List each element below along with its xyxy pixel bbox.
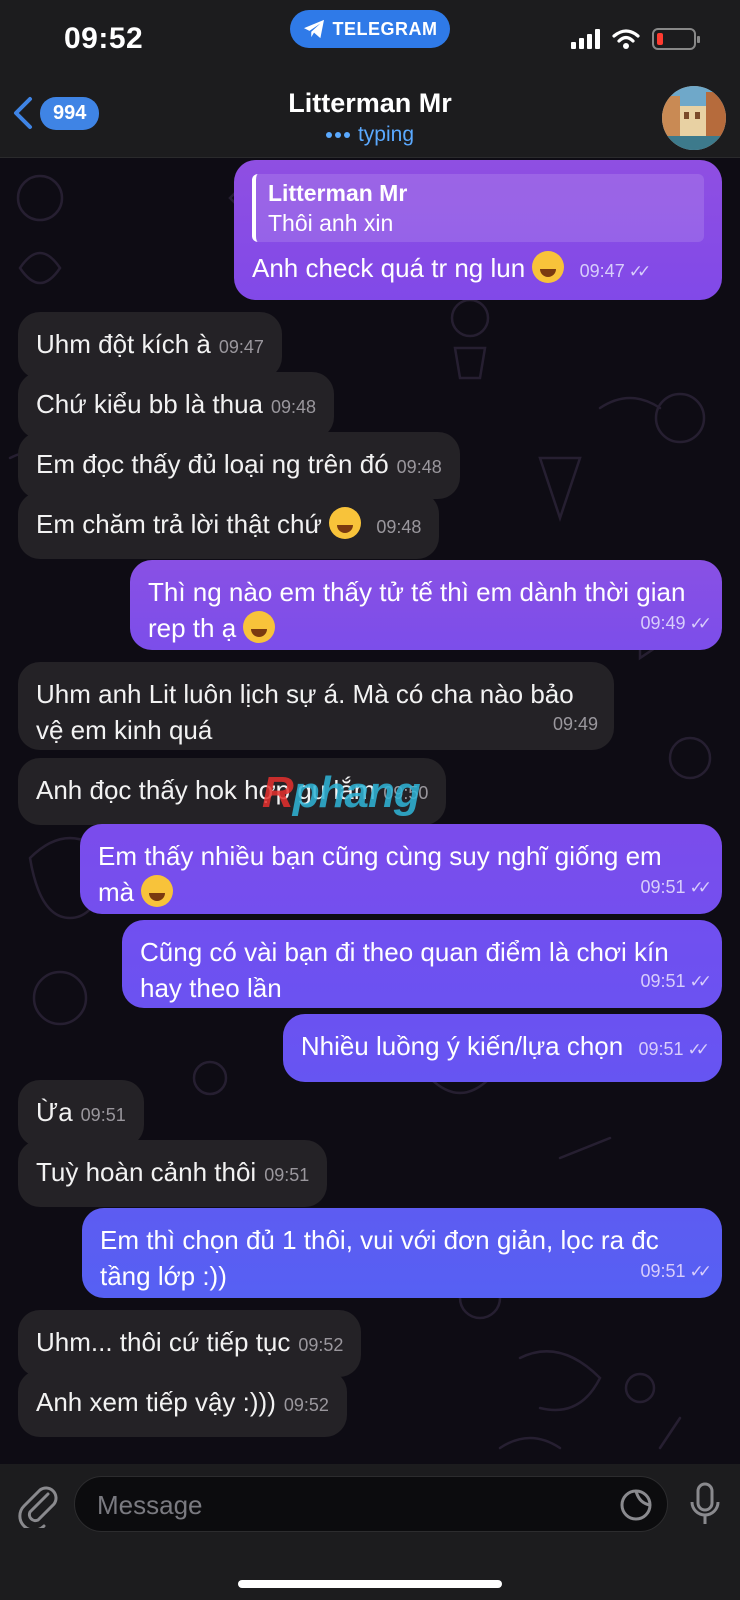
message-bubble-incoming[interactable]: Em chăm trả lời thật chứ 09:48: [18, 492, 440, 559]
tears-of-joy-emoji-icon: [243, 611, 276, 643]
message-time: 09:47: [218, 337, 264, 357]
status-bar: 09:52 TELEGRAM: [0, 0, 740, 80]
read-ticks-icon: ✓✓: [687, 1040, 710, 1059]
watermark-logo: Rphang: [262, 768, 421, 817]
message-list[interactable]: Litterman Mr Thôi anh xin Anh check quá …: [0, 158, 740, 1464]
telegram-pill-label: TELEGRAM: [332, 18, 438, 39]
message-text: Em chăm trả lời thật chứ: [36, 509, 322, 539]
microphone-icon[interactable]: [690, 1482, 720, 1526]
message-time: 09:51: [264, 1165, 310, 1185]
read-ticks-icon: ✓✓: [628, 262, 651, 281]
message-bubble-incoming[interactable]: Uhm đột kích à 09:47: [18, 312, 282, 379]
message-text: Uhm đột kích à: [36, 329, 211, 359]
tears-of-joy-emoji-icon: [532, 251, 565, 283]
message-time: 09:49: [552, 714, 598, 734]
reply-quote[interactable]: Litterman Mr Thôi anh xin: [252, 174, 704, 242]
chat-title: Litterman Mr: [288, 88, 452, 118]
message-time: 09:47 ✓✓: [579, 261, 651, 281]
message-time: 09:48: [376, 517, 422, 537]
message-time: 09:52: [298, 1335, 344, 1355]
message-field[interactable]: [74, 1476, 668, 1532]
message-time: 09:51 ✓✓: [640, 877, 712, 897]
message-bubble-incoming[interactable]: Em đọc thấy đủ loại ng trên đó 09:48: [18, 432, 460, 499]
paperclip-icon[interactable]: [18, 1484, 60, 1528]
message-bubble-incoming[interactable]: Uhm... thôi cứ tiếp tục 09:52: [18, 1310, 362, 1377]
message-time: 09:51 ✓✓: [640, 1261, 712, 1281]
avatar-image: [662, 86, 726, 150]
message-bubble-outgoing[interactable]: Nhiều luồng ý kiến/lựa chọn 09:51 ✓✓: [282, 1014, 722, 1082]
message-text: Nhiều luồng ý kiến/lựa chọn: [300, 1031, 624, 1061]
signal-icon: [571, 29, 600, 49]
message-bubble-incoming[interactable]: Anh xem tiếp vậy :))) 09:52: [18, 1370, 347, 1437]
message-bubble-outgoing[interactable]: Cũng có vài bạn đi theo quan điểm là chơ…: [122, 920, 722, 1008]
reply-quote-text: Thôi anh xin: [268, 210, 394, 236]
status-time: 09:52: [64, 22, 144, 55]
typing-status: typing: [0, 123, 740, 147]
avatar[interactable]: [662, 86, 726, 150]
reply-quote-author: Litterman Mr: [268, 180, 408, 206]
message-bubble-outgoing[interactable]: Em thấy nhiều bạn cũng cùng suy nghĩ giố…: [80, 824, 722, 914]
message-bubble-incoming[interactable]: Chứ kiểu bb là thua 09:48: [18, 372, 335, 439]
wifi-icon: [612, 29, 640, 49]
message-text: Thì ng nào em thấy tử tế thì em dành thờ…: [148, 577, 686, 643]
battery-icon: [652, 28, 700, 50]
message-text: Anh check quá tr ng lun: [252, 253, 526, 283]
chat-title-area[interactable]: Litterman Mr typing: [0, 88, 740, 147]
message-text: Anh xem tiếp vậy :))): [36, 1387, 276, 1417]
message-text: Em thấy nhiều bạn cũng cùng suy nghĩ giố…: [98, 841, 662, 907]
tears-of-joy-emoji-icon: [141, 875, 174, 907]
message-text: Em đọc thấy đủ loại ng trên đó: [36, 449, 389, 479]
read-ticks-icon: ✓✓: [689, 1262, 712, 1281]
message-time: 09:48: [396, 457, 442, 477]
message-text: Em thì chọn đủ 1 thôi, vui với đơn giản,…: [100, 1225, 659, 1291]
message-time: 09:52: [283, 1395, 329, 1415]
chat-header: 994 Litterman Mr typing: [0, 80, 740, 158]
message-time: 09:49 ✓✓: [640, 613, 712, 633]
message-text: Uhm anh Lit luôn lịch sự á. Mà có cha nà…: [36, 679, 574, 745]
sticker-icon[interactable]: [619, 1488, 653, 1522]
message-bubble-incoming[interactable]: Ừa 09:51: [18, 1080, 144, 1147]
message-text: Ừa: [36, 1097, 73, 1127]
message-bubble-outgoing[interactable]: Litterman Mr Thôi anh xin Anh check quá …: [234, 160, 722, 300]
typing-dots-icon: [325, 132, 350, 138]
message-bubble-outgoing[interactable]: Em thì chọn đủ 1 thôi, vui với đơn giản,…: [82, 1208, 722, 1298]
message-bubble-outgoing[interactable]: Thì ng nào em thấy tử tế thì em dành thờ…: [130, 560, 722, 650]
message-time: 09:51 ✓✓: [638, 1039, 710, 1059]
paper-plane-icon: [303, 19, 324, 39]
message-input[interactable]: [97, 1487, 577, 1523]
grinning-emoji-icon: [329, 507, 362, 539]
message-text: Cũng có vài bạn đi theo quan điểm là chơ…: [140, 937, 669, 1003]
read-ticks-icon: ✓✓: [689, 878, 712, 897]
read-ticks-icon: ✓✓: [689, 972, 712, 991]
read-ticks-icon: ✓✓: [689, 614, 712, 633]
message-bubble-incoming[interactable]: Uhm anh Lit luôn lịch sự á. Mà có cha nà…: [18, 662, 614, 750]
message-time: 09:48: [271, 397, 317, 417]
message-text: Tuỳ hoàn cảnh thôi: [36, 1157, 257, 1187]
message-text: Chứ kiểu bb là thua: [36, 389, 263, 419]
telegram-pill[interactable]: TELEGRAM: [290, 10, 450, 48]
message-bubble-incoming[interactable]: Tuỳ hoàn cảnh thôi 09:51: [18, 1140, 328, 1207]
typing-status-label: typing: [357, 123, 415, 146]
message-time: 09:51 ✓✓: [640, 971, 712, 991]
message-time: 09:51: [80, 1105, 126, 1125]
status-icons: [571, 28, 700, 50]
home-indicator[interactable]: [238, 1580, 502, 1588]
message-text: Uhm... thôi cứ tiếp tục: [36, 1327, 291, 1357]
